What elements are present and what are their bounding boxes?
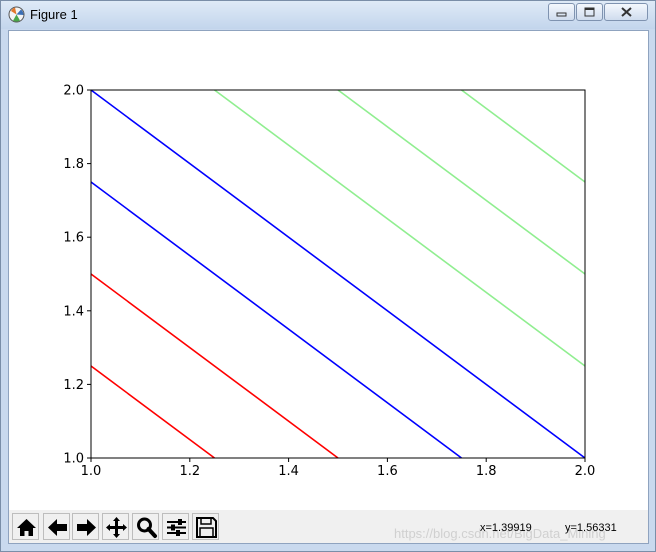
title-bar[interactable]: Figure 1	[1, 1, 655, 29]
cursor-x-readout: x=1.39919	[480, 522, 532, 534]
y-tick-label-1: 1.2	[63, 378, 84, 393]
x-tick-label-1: 1.2	[179, 464, 200, 479]
zoom-icon	[137, 517, 157, 538]
configure-subplots-button[interactable]	[162, 513, 189, 540]
y-tick-label-0: 1.0	[63, 452, 84, 467]
window-title: Figure 1	[30, 7, 78, 22]
y-tick-label-3: 1.6	[63, 231, 84, 246]
figure-window: Figure 1 1.0 1.2 1.4 1.6 1.8 2.0 1.0 1.2 1.4 1.6 1…	[0, 0, 656, 552]
matplotlib-app-icon	[8, 6, 25, 23]
maximize-button[interactable]	[576, 3, 603, 21]
cursor-y-readout: y=1.56331	[565, 522, 617, 534]
y-tick-label-5: 2.0	[63, 84, 84, 99]
y-tick-label-4: 1.8	[63, 157, 84, 172]
save-button[interactable]	[192, 513, 219, 540]
x-tick-label-5: 2.0	[575, 464, 596, 479]
x-tick-label-2: 1.4	[278, 464, 299, 479]
save-icon	[196, 517, 217, 538]
minimize-icon	[556, 12, 567, 17]
x-tick-label-4: 1.8	[476, 464, 497, 479]
sliders-icon	[167, 519, 186, 536]
restore-icon	[584, 7, 595, 17]
back-button[interactable]	[43, 513, 70, 540]
figure-canvas-area: 1.0 1.2 1.4 1.6 1.8 2.0 1.0 1.2 1.4 1.6 1.8 2.0	[8, 30, 649, 544]
zoom-button[interactable]	[132, 513, 159, 540]
navigation-toolbar: https://blog.csdn.net/BigData_Mining x=1…	[9, 510, 648, 543]
close-icon	[621, 7, 632, 17]
x-tick-label-3: 1.6	[377, 464, 398, 479]
back-arrow-icon	[48, 519, 67, 536]
line-plot[interactable]: 1.0 1.2 1.4 1.6 1.8 2.01.01.21.41.61.82.0	[9, 31, 648, 510]
close-button[interactable]	[604, 3, 648, 21]
pan-button[interactable]	[102, 513, 129, 540]
minimize-button[interactable]	[548, 3, 575, 21]
home-icon	[17, 519, 36, 536]
move-icon	[106, 517, 127, 538]
forward-arrow-icon	[77, 519, 96, 536]
y-tick-label-2: 1.4	[63, 304, 84, 319]
home-button[interactable]	[12, 513, 39, 540]
forward-button[interactable]	[72, 513, 99, 540]
